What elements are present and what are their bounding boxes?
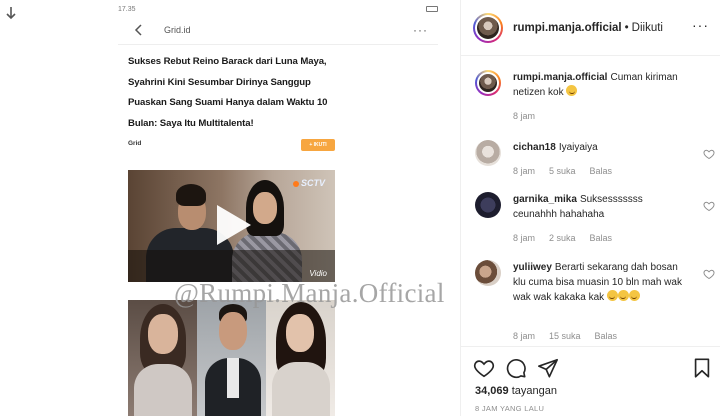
share-icon[interactable] bbox=[537, 357, 559, 379]
collage-photo-center bbox=[197, 300, 266, 416]
article-source: Grid bbox=[128, 140, 142, 147]
reply-button[interactable]: Balas bbox=[595, 331, 618, 341]
commenter-avatar[interactable] bbox=[475, 192, 501, 218]
article-app-bar: Grid.id ··· bbox=[118, 18, 438, 42]
reply-button[interactable]: Balas bbox=[590, 166, 613, 176]
more-options-icon[interactable]: ··· bbox=[692, 18, 709, 32]
app-bar-divider bbox=[118, 44, 438, 45]
comment-text: yuliiwey Berarti sekarang dah bosan klu c… bbox=[513, 260, 683, 305]
like-comment-heart-icon[interactable] bbox=[703, 148, 715, 160]
commenter-avatar[interactable] bbox=[475, 140, 501, 166]
comment-username[interactable]: cichan18 bbox=[513, 142, 556, 153]
comment-username[interactable]: garnika_mika bbox=[513, 194, 577, 205]
video-thumbnail: SCTV Vidio bbox=[128, 170, 335, 282]
like-comment-heart-icon[interactable] bbox=[703, 268, 715, 280]
comment-icon[interactable] bbox=[505, 357, 527, 379]
author-username[interactable]: rumpi.manja.official bbox=[513, 22, 622, 34]
commenter-avatar[interactable] bbox=[475, 260, 501, 286]
comment-body: Iyaiyaiya bbox=[558, 142, 598, 153]
comment-meta: 8 jam 2 suka Balas bbox=[513, 233, 612, 243]
photo-collage bbox=[128, 300, 335, 416]
channel-logo: SCTV bbox=[292, 178, 325, 188]
comment-likes[interactable]: 5 suka bbox=[549, 166, 576, 176]
post-timestamp[interactable]: 8 JAM YANG LALU bbox=[475, 404, 544, 413]
heart-icon[interactable] bbox=[473, 357, 495, 379]
author-avatar[interactable] bbox=[473, 12, 503, 43]
watermark-text: @Rumpi.Manja.Official bbox=[174, 278, 445, 308]
following-status-button[interactable]: Diikuti bbox=[632, 22, 663, 34]
caption-avatar[interactable] bbox=[475, 70, 501, 96]
comment-time[interactable]: 8 jam bbox=[513, 233, 535, 243]
battery-icon bbox=[426, 6, 438, 12]
view-count-number: 34,069 bbox=[475, 385, 509, 397]
header-separator: • bbox=[624, 21, 629, 34]
grinning-emoji-icon bbox=[628, 290, 640, 301]
comment-meta: 8 jam 15 suka Balas bbox=[513, 331, 617, 341]
grinning-emoji-icon bbox=[606, 290, 618, 301]
back-chevron-icon bbox=[128, 19, 150, 41]
comment-text: garnika_mika Suksesssssss ceunahhh hahaha… bbox=[513, 192, 683, 222]
post-sidebar: rumpi.manja.official • Diikuti ··· rumpi… bbox=[460, 0, 720, 416]
caption-username[interactable]: rumpi.manja.official bbox=[513, 72, 607, 83]
comment-meta: 8 jam 5 suka Balas bbox=[513, 166, 612, 176]
article-headline: Sukses Rebut Reino Barack dari Luna Maya… bbox=[128, 56, 328, 129]
bookmark-icon[interactable] bbox=[691, 357, 713, 379]
post-media[interactable]: 17.35 Grid.id ··· Sukses Rebut Reino Bar… bbox=[96, 0, 460, 416]
post-header: rumpi.manja.official • Diikuti ··· bbox=[461, 0, 720, 56]
like-comment-heart-icon[interactable] bbox=[703, 200, 715, 212]
reply-button[interactable]: Balas bbox=[590, 233, 613, 243]
play-icon bbox=[210, 202, 256, 248]
comment-text: cichan18 Iyaiyaiya bbox=[513, 140, 683, 155]
grinning-emoji-icon bbox=[617, 290, 629, 301]
collage-photo-right bbox=[266, 300, 335, 416]
comment-likes[interactable]: 15 suka bbox=[549, 331, 581, 341]
article-more-icon: ··· bbox=[413, 23, 428, 37]
view-count-label: tayangan bbox=[511, 385, 557, 397]
view-count[interactable]: 34,069 tayangan bbox=[475, 385, 557, 397]
comment-username[interactable]: yuliiwey bbox=[513, 262, 552, 273]
download-arrow-icon[interactable] bbox=[4, 6, 18, 20]
comments-list[interactable]: rumpi.manja.official Cuman kiriman netize… bbox=[461, 56, 720, 346]
grinning-emoji-icon bbox=[566, 85, 578, 96]
collage-photo-left bbox=[128, 300, 197, 416]
caption-time[interactable]: 8 jam bbox=[513, 111, 535, 121]
post-actions: 34,069 tayangan 8 JAM YANG LALU bbox=[461, 346, 720, 416]
article-app-title: Grid.id bbox=[164, 25, 191, 35]
caption-meta: 8 jam bbox=[513, 111, 535, 121]
phone-time: 17.35 bbox=[118, 5, 136, 13]
comment-time[interactable]: 8 jam bbox=[513, 331, 535, 341]
comment-likes[interactable]: 2 suka bbox=[549, 233, 576, 243]
caption-text: rumpi.manja.official Cuman kiriman netize… bbox=[513, 70, 683, 100]
phone-status-bar: 17.35 bbox=[118, 4, 438, 14]
video-brand-logo: Vidio bbox=[309, 269, 327, 278]
follow-source-button: + IKUTI bbox=[301, 139, 335, 151]
comment-time[interactable]: 8 jam bbox=[513, 166, 535, 176]
